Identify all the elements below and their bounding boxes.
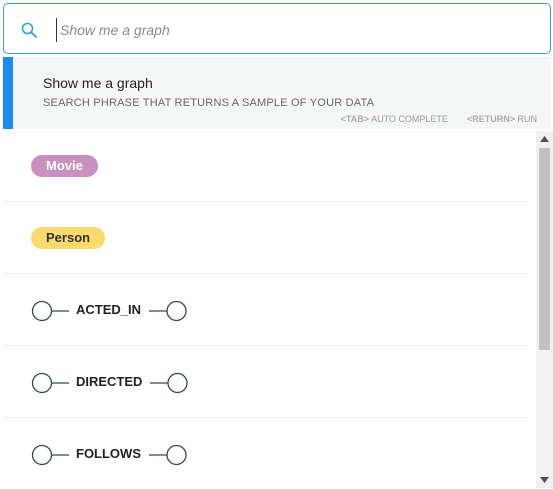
search-box[interactable] xyxy=(3,3,551,54)
suggestion-description: SEARCH PHRASE THAT RETURNS A SAMPLE OF Y… xyxy=(43,97,375,109)
list-item-relationship-directed[interactable]: DIRECTED xyxy=(3,347,527,418)
return-key-hint: <RETURN> xyxy=(466,114,515,124)
start-node-icon xyxy=(31,300,69,322)
suggestion-title: Show me a graph xyxy=(43,75,153,91)
tab-key-hint: <TAB> xyxy=(340,114,370,124)
node-label-pill: Movie xyxy=(31,155,98,177)
list-item-relationship-follows[interactable]: FOLLOWS xyxy=(3,419,527,488)
list-item-node-person[interactable]: Person xyxy=(3,203,527,274)
start-node-icon xyxy=(31,444,69,466)
scrollbar-thumb[interactable] xyxy=(539,148,550,350)
end-node-icon xyxy=(149,300,187,322)
search-icon xyxy=(20,21,40,41)
relationship-label: ACTED_IN xyxy=(76,302,142,317)
search-input[interactable] xyxy=(56,18,530,42)
list-item-relationship-acted-in[interactable]: ACTED_IN xyxy=(3,275,527,346)
scroll-down-arrow-icon[interactable] xyxy=(536,472,553,488)
keyboard-hints: <TAB> AUTO COMPLETE <RETURN> RUN xyxy=(341,114,537,124)
relationship-label: DIRECTED xyxy=(76,374,143,389)
vertical-scrollbar[interactable] xyxy=(536,131,553,488)
suggestion-list: Movie Person ACTED_IN DIRECTED FOLLOWS xyxy=(3,131,536,488)
node-label-pill: Person xyxy=(31,227,106,249)
scroll-up-arrow-icon[interactable] xyxy=(536,131,553,147)
return-action-hint: RUN xyxy=(517,114,538,124)
relationship-label: FOLLOWS xyxy=(76,446,141,461)
tab-action-hint: AUTO COMPLETE xyxy=(371,114,448,124)
suggestion-item[interactable]: Show me a graph SEARCH PHRASE THAT RETUR… xyxy=(3,57,551,129)
list-item-node-movie[interactable]: Movie xyxy=(3,131,527,202)
end-node-icon xyxy=(150,372,188,394)
start-node-icon xyxy=(31,372,69,394)
end-node-icon xyxy=(149,444,187,466)
